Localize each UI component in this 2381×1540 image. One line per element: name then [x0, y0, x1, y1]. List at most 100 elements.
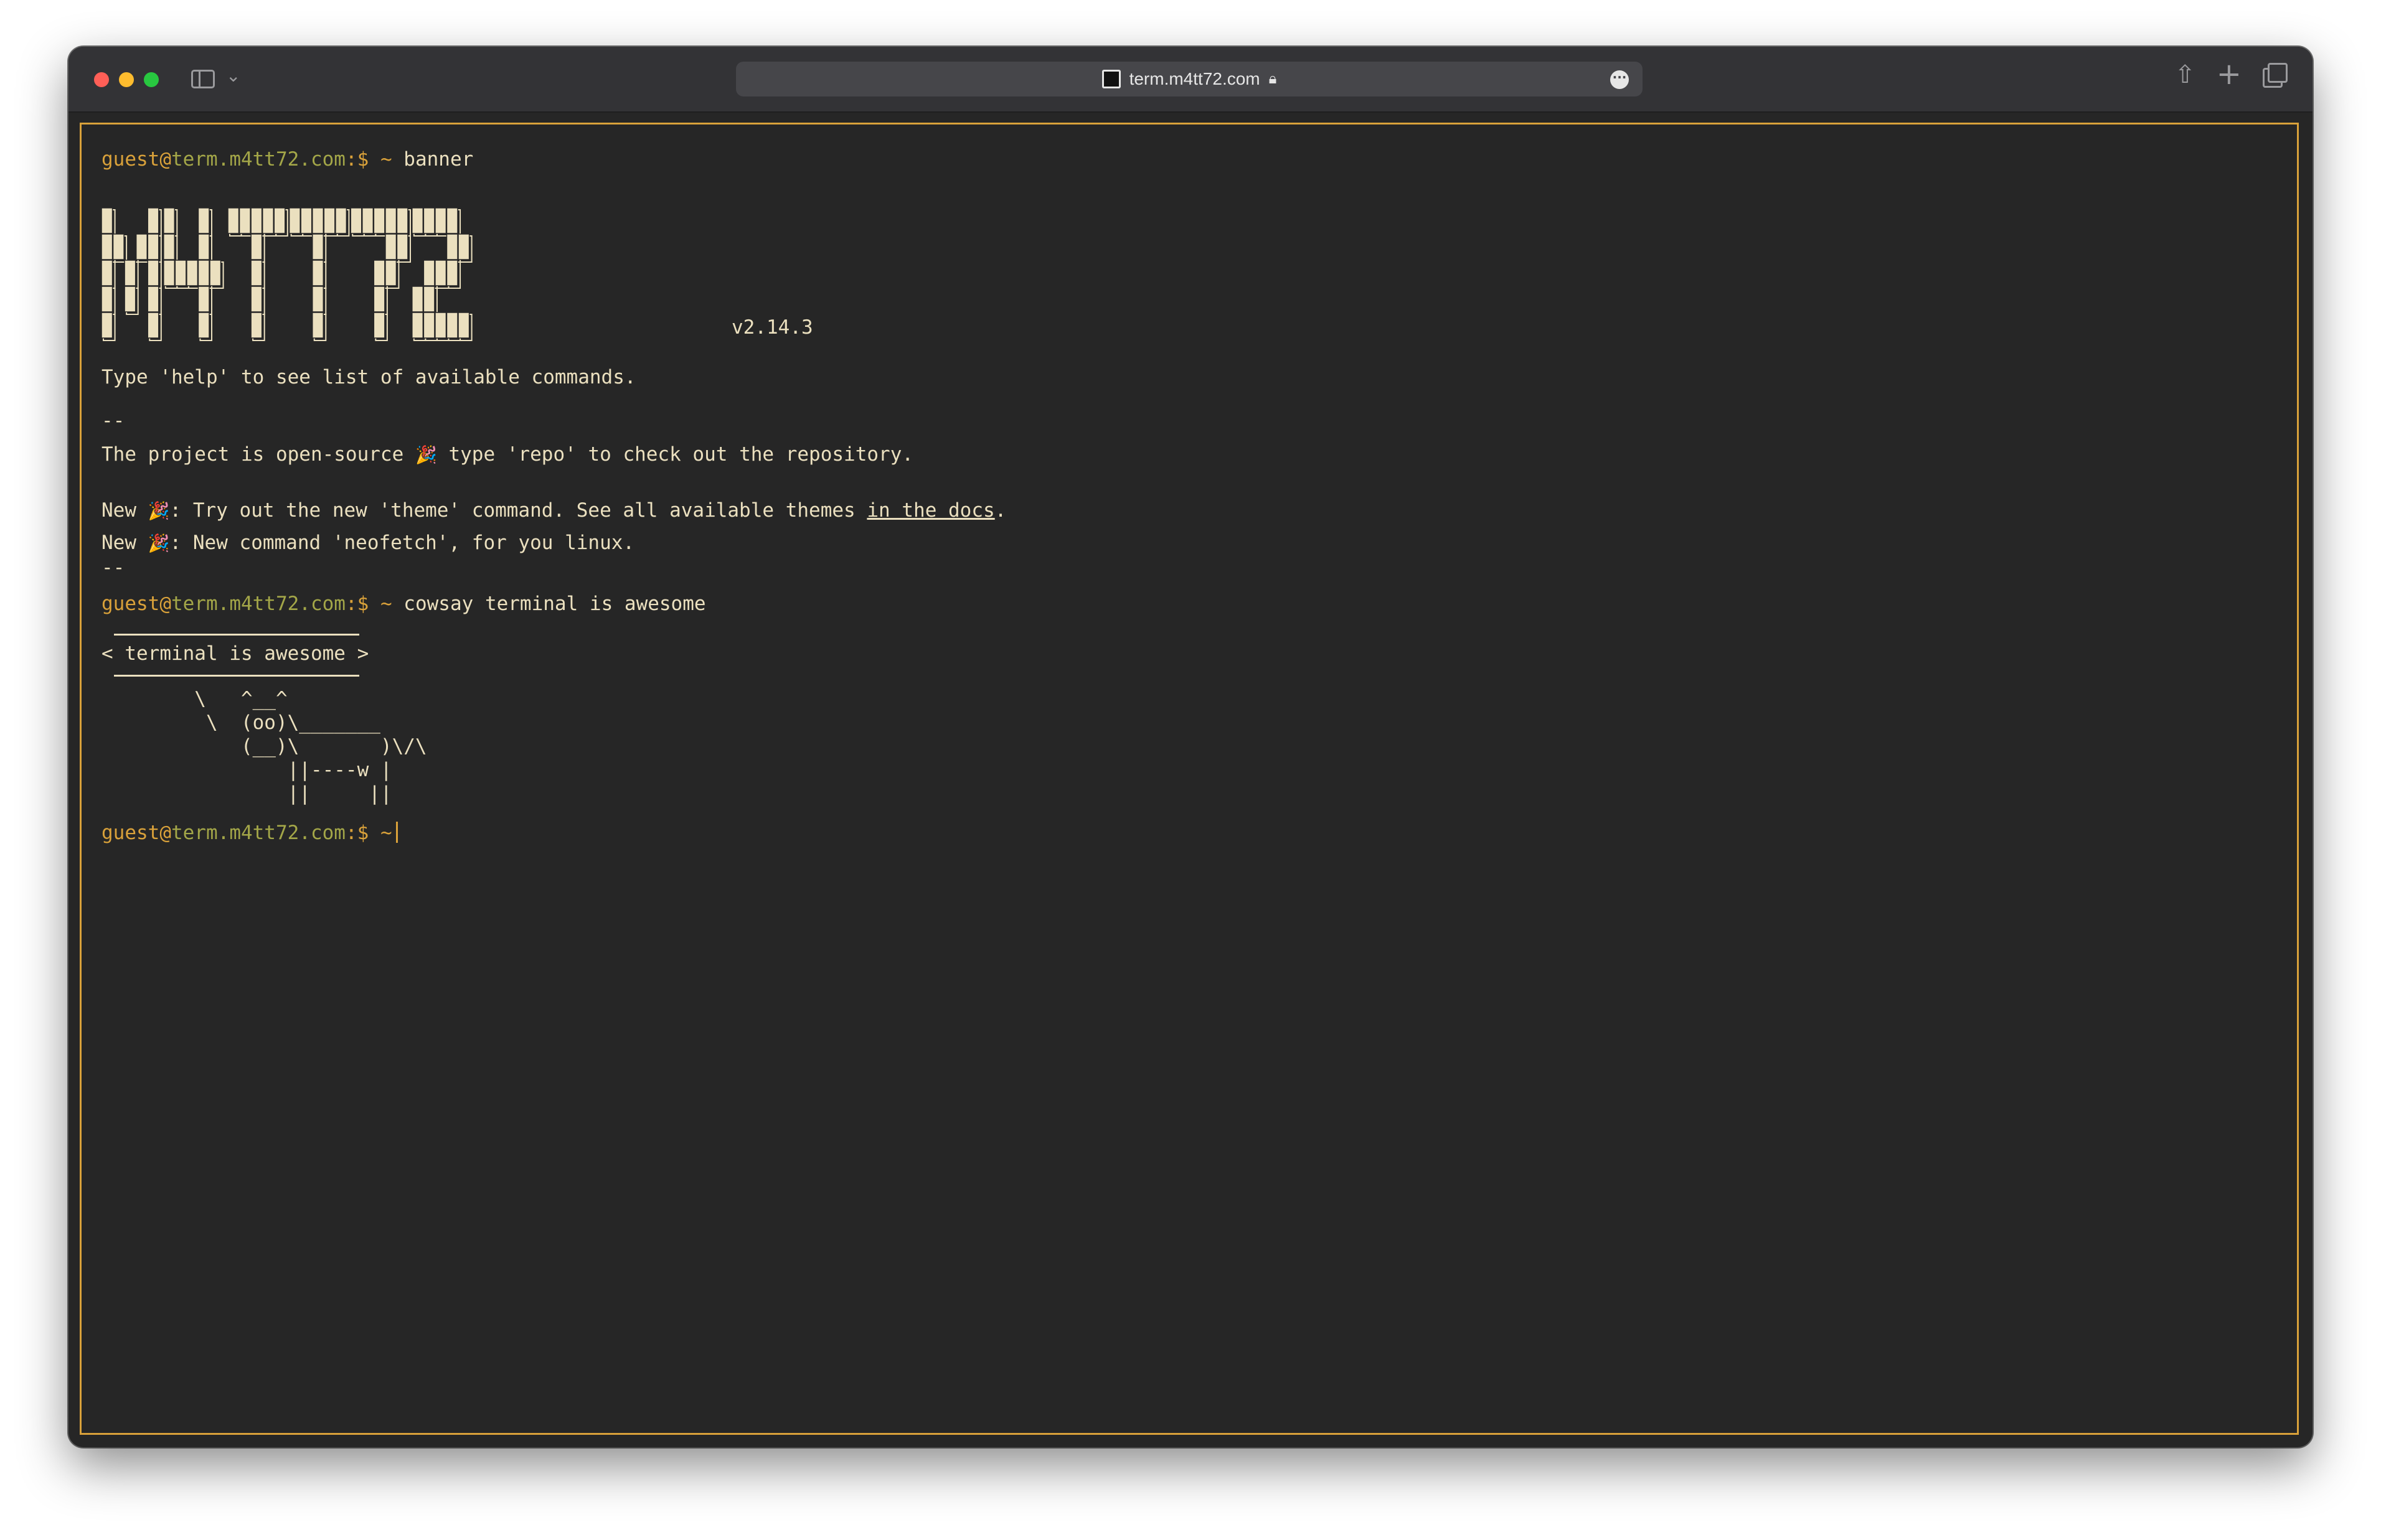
sidebar-icon[interactable]	[191, 70, 215, 88]
party-popper-icon: 🎉	[148, 533, 170, 553]
banner-block	[373, 312, 385, 339]
prompt-user: guest	[101, 593, 160, 615]
cowsay-cow-line: (__)\ )\/\	[101, 735, 427, 758]
banner-block	[197, 286, 210, 312]
banner-block	[396, 207, 408, 234]
banner-block	[250, 286, 263, 312]
bubble-bottom-border	[114, 675, 359, 677]
prompt-user: guest	[101, 148, 160, 171]
bubble-top-border	[114, 634, 359, 636]
banner-block	[250, 260, 263, 286]
banner-block	[197, 312, 210, 339]
banner-graphic	[101, 207, 473, 341]
party-popper-icon: 🎉	[148, 500, 170, 521]
banner-block	[101, 233, 113, 260]
version-label: v2.14.3	[732, 316, 813, 339]
banner-block	[250, 233, 263, 260]
url-text: term.m4tt72.com	[1129, 69, 1260, 88]
banner-block	[412, 286, 424, 312]
cowsay-bubble: < terminal is awesome >	[101, 642, 369, 665]
banner-block	[446, 260, 458, 286]
lock-icon: 🔒︎	[1268, 70, 1277, 87]
banner-block	[273, 207, 286, 234]
open-source-text: The project is open-source	[101, 443, 404, 466]
banner-block	[101, 286, 113, 312]
banner-block	[147, 233, 159, 260]
banner-block	[174, 260, 187, 286]
banner-block	[458, 312, 470, 339]
cowsay-cow-line: || ||	[101, 782, 392, 805]
news-line-1: New 🎉: Try out the new 'theme' command. …	[101, 498, 1006, 524]
prompt-host: term.m4tt72.com	[171, 822, 346, 844]
banner-block	[197, 207, 210, 234]
banner-block	[163, 260, 176, 286]
text-cursor[interactable]	[395, 822, 398, 843]
banner-block	[385, 233, 397, 260]
separator: --	[101, 556, 125, 579]
prompt-line: guest@term.m4tt72.com:$ ~ cowsay termina…	[101, 591, 706, 616]
address-bar[interactable]: term.m4tt72.com 🔒︎ ···	[736, 62, 1643, 96]
zoom-window-button[interactable]	[144, 72, 159, 87]
close-window-button[interactable]	[94, 72, 109, 87]
banner-block	[362, 207, 374, 234]
banner-block	[262, 207, 274, 234]
party-popper-icon: 🎉	[415, 444, 437, 465]
banner-block	[209, 260, 222, 286]
docs-link[interactable]: in the docs	[867, 499, 994, 522]
banner-block	[385, 207, 397, 234]
prompt-suffix: :$ ~	[345, 148, 392, 171]
banner-block	[435, 207, 447, 234]
prompt-at: @	[159, 148, 171, 171]
open-source-line: The project is open-source 🎉 type 'repo'…	[101, 442, 913, 467]
banner-block	[311, 286, 324, 312]
minimize-window-button[interactable]	[119, 72, 134, 87]
banner-block	[423, 312, 435, 339]
banner-block	[311, 233, 324, 260]
chevron-down-icon[interactable]: ⌄	[226, 65, 240, 86]
banner-block	[311, 207, 324, 234]
banner-block	[101, 260, 113, 286]
banner-block	[435, 260, 447, 286]
command-text: banner	[403, 148, 474, 171]
banner-block	[147, 207, 159, 234]
banner-block	[101, 312, 113, 339]
open-source-hint: type 'repo' to check out the repository.	[448, 443, 914, 466]
banner-block	[446, 207, 458, 234]
news-text: : New command 'neofetch', for you linux.	[169, 532, 635, 554]
banner-block	[147, 286, 159, 312]
banner-block	[423, 207, 435, 234]
tabs-overview-icon[interactable]	[2263, 63, 2288, 88]
news-label: New	[101, 499, 136, 522]
banner-block	[311, 312, 324, 339]
banner-block	[238, 207, 251, 234]
prompt-suffix: :$ ~	[345, 822, 392, 844]
title-bar: ⌄ term.m4tt72.com 🔒︎ ··· ⇧ +	[68, 47, 2313, 113]
banner-block	[311, 260, 324, 286]
banner-block	[147, 260, 159, 286]
banner-block	[335, 207, 347, 234]
cowsay-cow-line: ||----w |	[101, 759, 392, 781]
banner-block	[385, 260, 397, 286]
share-icon[interactable]: ⇧	[2174, 60, 2195, 89]
banner-block	[412, 207, 424, 234]
banner-block	[300, 207, 313, 234]
banner-block	[147, 312, 159, 339]
banner-block	[435, 312, 447, 339]
active-prompt-line[interactable]: guest@term.m4tt72.com:$ ~	[101, 820, 398, 845]
plus-icon[interactable]: +	[2217, 57, 2242, 92]
banner-block	[423, 286, 435, 312]
news-text: : Try out the new 'theme' command. See a…	[169, 499, 856, 522]
help-line: Type 'help' to see list of available com…	[101, 366, 636, 388]
banner-block	[350, 207, 362, 234]
favicon-icon	[1101, 70, 1121, 88]
more-icon[interactable]: ···	[1610, 70, 1629, 89]
prompt-user: guest	[101, 822, 160, 844]
prompt-suffix: :$ ~	[345, 593, 392, 615]
browser-window: ⌄ term.m4tt72.com 🔒︎ ··· ⇧ + guest@term.…	[68, 47, 2313, 1447]
prompt-line: guest@term.m4tt72.com:$ ~ banner	[101, 147, 473, 172]
command-text: cowsay terminal is awesome	[403, 593, 706, 615]
banner-block	[446, 312, 458, 339]
banner-block	[423, 260, 435, 286]
separator: --	[101, 410, 125, 432]
terminal-panel[interactable]: guest@term.m4tt72.com:$ ~ banner v2.14.3…	[80, 123, 2299, 1435]
